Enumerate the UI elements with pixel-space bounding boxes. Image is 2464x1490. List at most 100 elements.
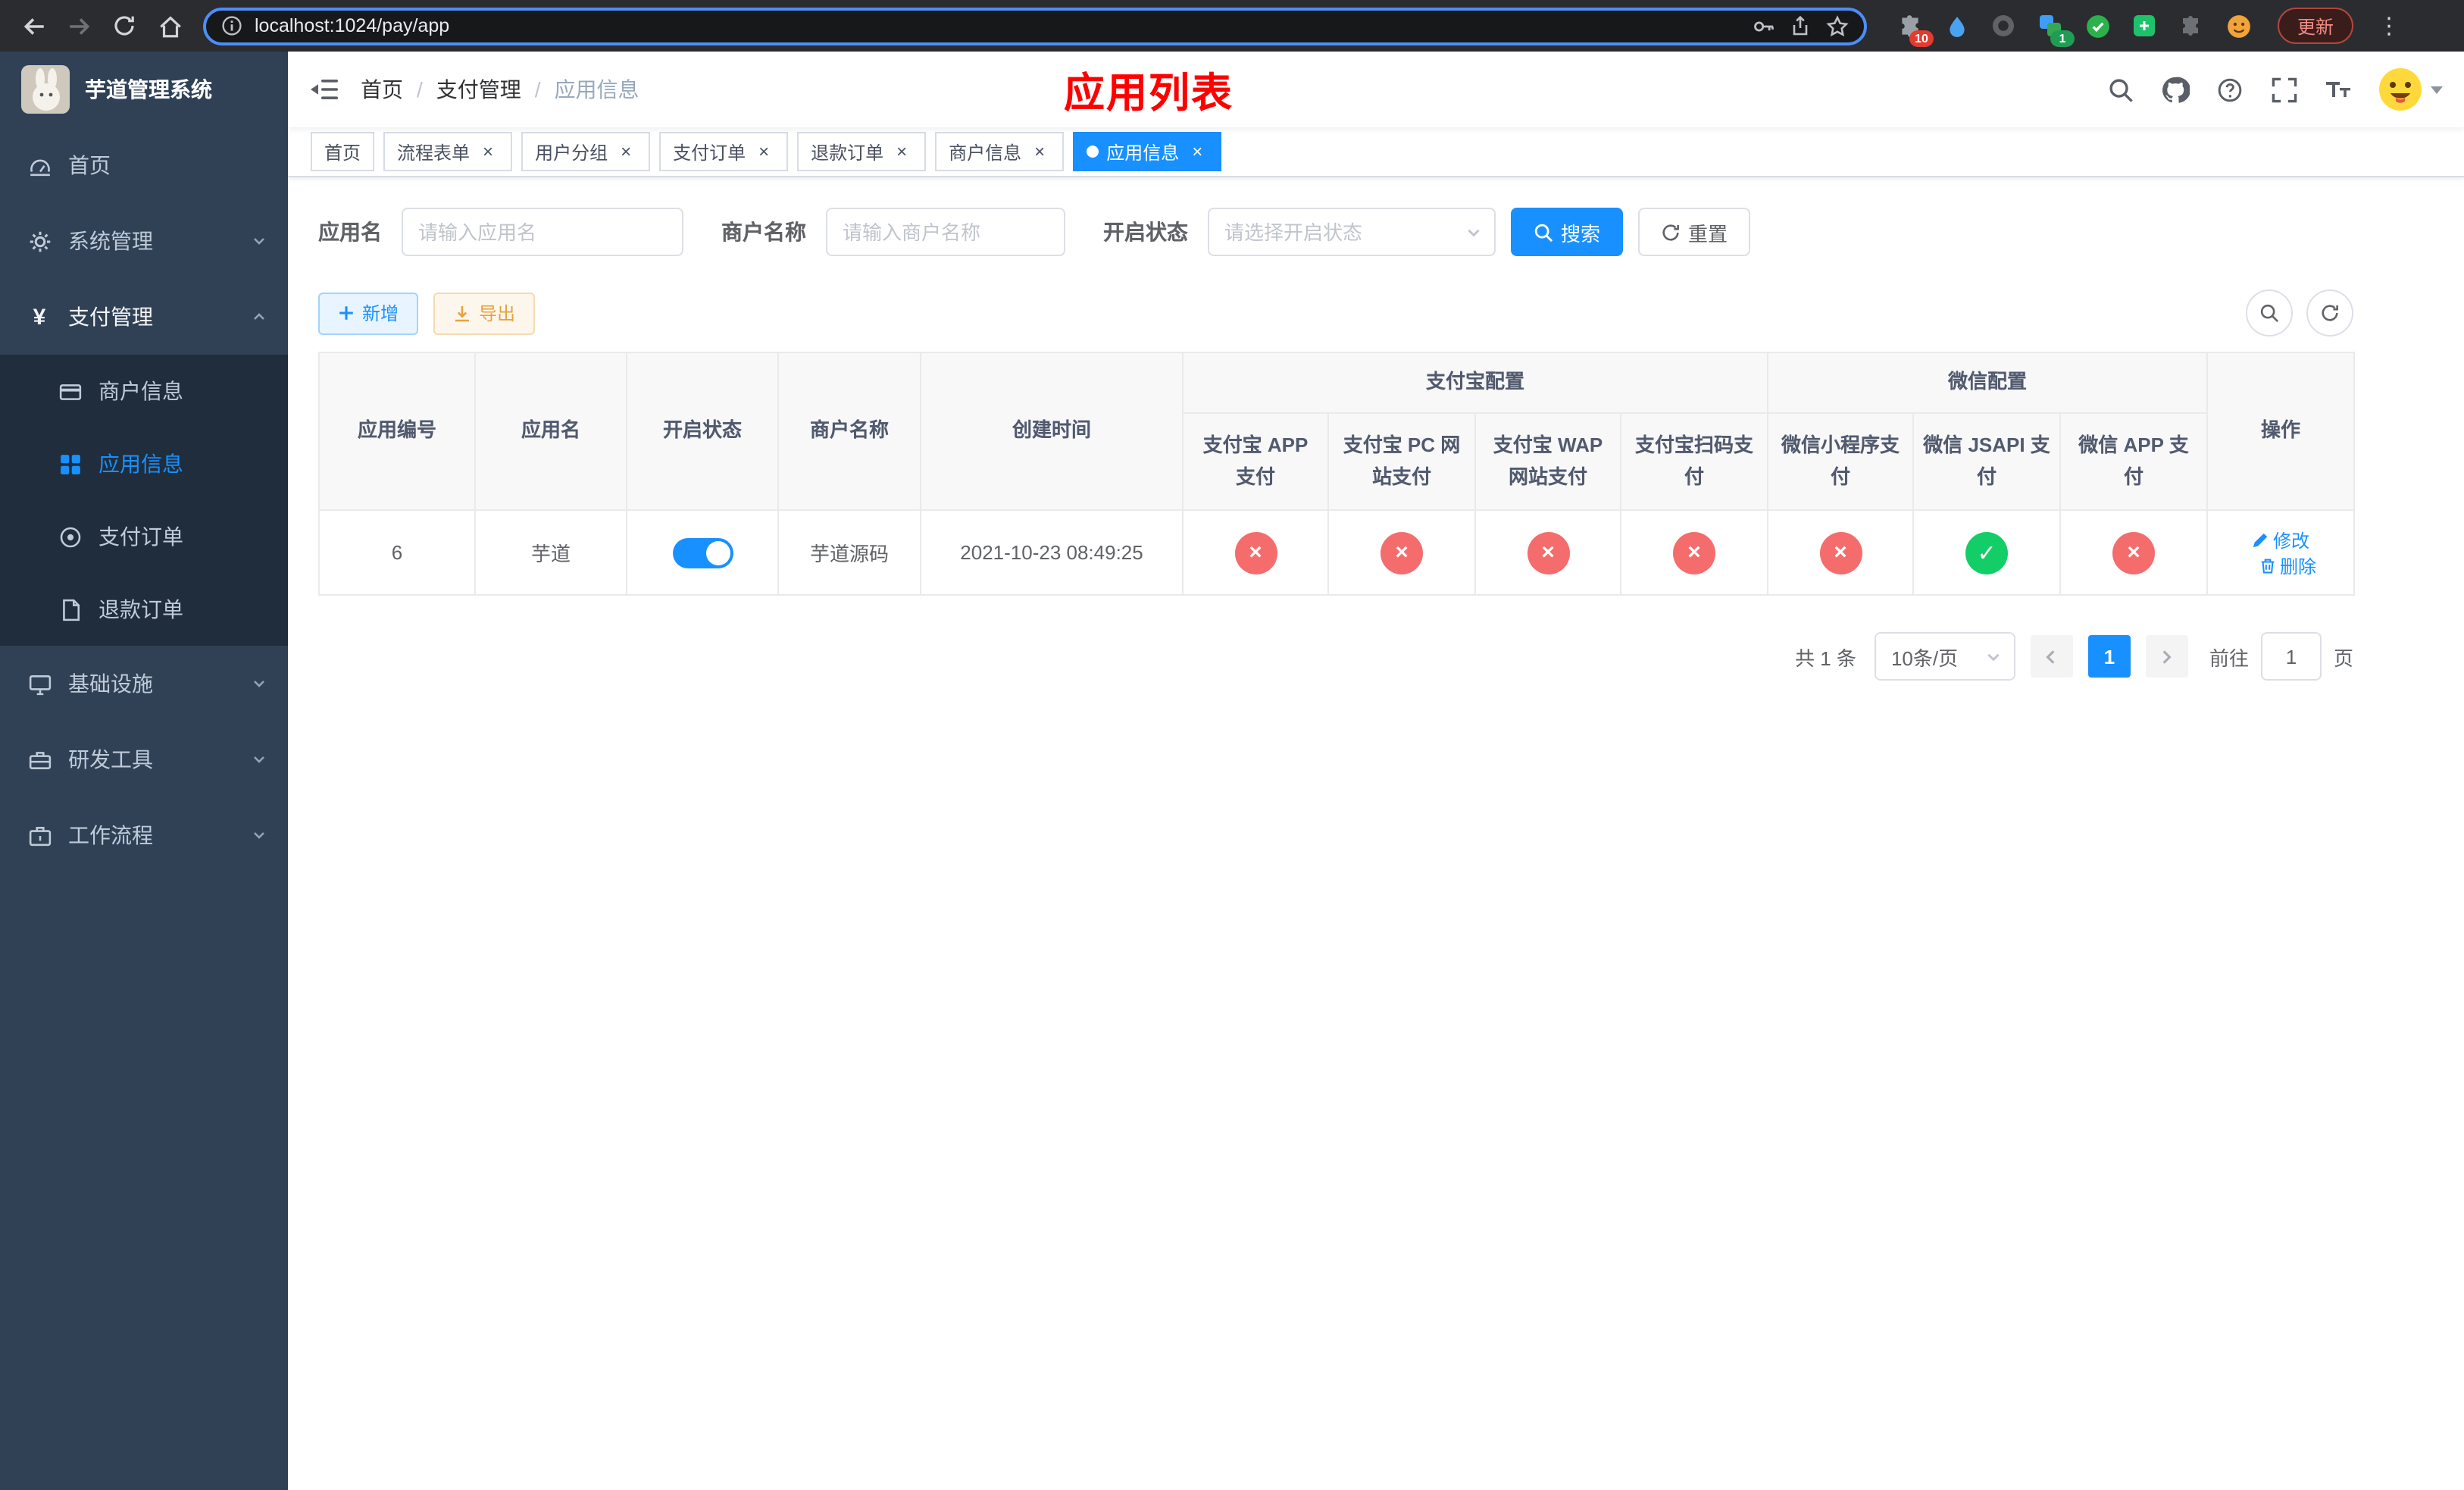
page-size-select[interactable]: [1874, 632, 2015, 681]
sidebar-item-workflow[interactable]: 工作流程: [0, 797, 288, 873]
app-name-input[interactable]: [402, 208, 683, 256]
tab-label: 流程表单: [397, 142, 471, 163]
edit-button[interactable]: 修改: [2252, 527, 2309, 552]
sidebar-item-payment[interactable]: ¥ 支付管理: [0, 279, 288, 355]
alipay-pc-status-icon: [1381, 531, 1423, 574]
close-icon[interactable]: [891, 141, 912, 162]
extension-monkey-icon[interactable]: [2223, 11, 2253, 41]
tab-app-info[interactable]: 应用信息: [1073, 132, 1222, 171]
fullscreen-icon[interactable]: [2269, 74, 2299, 105]
extension-circle-icon[interactable]: [1988, 11, 2018, 41]
extension-green-square-icon[interactable]: [2129, 11, 2159, 41]
forward-icon[interactable]: [58, 5, 100, 47]
main-content: 应用名 商户名称 开启状态 搜索 重置: [288, 176, 2464, 1490]
url-bar[interactable]: localhost:1024/pay/app: [203, 7, 1867, 45]
sidebar-item-merchant-info[interactable]: 商户信息: [0, 355, 288, 427]
sidebar-item-app-info[interactable]: 应用信息: [0, 427, 288, 500]
app-logo-row[interactable]: 芋道管理系统: [0, 52, 288, 127]
close-icon[interactable]: [615, 141, 636, 162]
close-icon[interactable]: [477, 141, 499, 162]
app-name-label: 应用名: [318, 220, 382, 244]
password-key-icon[interactable]: [1752, 14, 1775, 37]
filter-form: 应用名 商户名称 开启状态 搜索 重置: [318, 208, 2464, 256]
briefcase-icon: [27, 823, 52, 847]
update-button[interactable]: 更新: [2278, 8, 2354, 44]
tab-home[interactable]: 首页: [311, 132, 375, 171]
app-logo-avatar: [21, 65, 70, 114]
extension-badge: 10: [1909, 30, 1934, 47]
tab-user-group[interactable]: 用户分组: [521, 132, 651, 171]
header-search-icon[interactable]: [2105, 74, 2135, 105]
extension-drop-icon[interactable]: [1941, 11, 1972, 41]
col-wx-app: 微信 APP 支付: [2059, 412, 2209, 511]
status-select-input[interactable]: [1208, 208, 1496, 256]
back-icon[interactable]: [12, 5, 55, 47]
github-icon[interactable]: [2159, 74, 2190, 105]
alipay-app-status-icon: [1234, 531, 1277, 574]
sidebar-item-pay-order[interactable]: 支付订单: [0, 500, 288, 573]
help-icon[interactable]: [2214, 74, 2244, 105]
share-icon[interactable]: [1790, 15, 1811, 36]
close-icon[interactable]: [1029, 141, 1050, 162]
dashboard-icon: [27, 153, 52, 177]
col-app-id: 应用编号: [318, 352, 476, 511]
breadcrumb-payment[interactable]: 支付管理: [436, 74, 521, 105]
page-number-1[interactable]: 1: [2087, 635, 2131, 678]
cell-app-name: 芋道: [474, 509, 627, 596]
col-actions: 操作: [2206, 352, 2356, 511]
sidebar-item-refund-order[interactable]: 退款订单: [0, 573, 288, 646]
tab-refund-order[interactable]: 退款订单: [797, 132, 927, 171]
sidebar-item-label: 商户信息: [98, 379, 183, 403]
status-toggle[interactable]: [672, 537, 733, 568]
merchant-name-label: 商户名称: [721, 220, 806, 244]
sidebar-item-system[interactable]: 系统管理: [0, 203, 288, 279]
page-jump: 前往 页: [2209, 632, 2353, 681]
browser-menu-icon[interactable]: ⋮: [2369, 5, 2411, 47]
prev-page-button[interactable]: [2030, 635, 2073, 678]
merchant-name-input[interactable]: [826, 208, 1065, 256]
next-page-button[interactable]: [2145, 635, 2188, 678]
extension-green-circle-icon[interactable]: [2082, 11, 2112, 41]
user-avatar[interactable]: [2378, 67, 2443, 112]
delete-button[interactable]: 删除: [2259, 552, 2316, 578]
tab-pay-order[interactable]: 支付订单: [659, 132, 789, 171]
tab-label: 商户信息: [949, 142, 1022, 163]
chevron-up-icon: [252, 309, 267, 324]
search-button[interactable]: 搜索: [1511, 208, 1624, 256]
add-button[interactable]: 新增: [318, 292, 419, 334]
table-tools: [2246, 290, 2353, 337]
jump-page-input[interactable]: [2260, 632, 2322, 681]
toggle-search-icon[interactable]: [2246, 290, 2293, 337]
tab-label: 支付订单: [673, 142, 746, 163]
cell-actions: 修改 删除: [2206, 509, 2356, 596]
browser-toolbar: localhost:1024/pay/app 10 1 更新 ⋮: [0, 0, 2464, 52]
app-table: 应用编号 应用名 开启状态 商户名称 创建时间 支付宝配置 微信配置 操作 支付…: [318, 352, 2356, 596]
sidebar-item-infrastructure[interactable]: 基础设施: [0, 646, 288, 722]
extension-translator-icon[interactable]: 1: [2035, 11, 2075, 47]
status-select[interactable]: [1208, 208, 1496, 256]
font-size-icon[interactable]: [2323, 74, 2353, 105]
extension-puzzle-icon[interactable]: 10: [1894, 11, 1934, 47]
tab-process-form[interactable]: 流程表单: [383, 132, 513, 171]
sidebar-item-label: 研发工具: [68, 747, 153, 772]
yen-icon: ¥: [33, 304, 46, 330]
close-icon[interactable]: [753, 141, 774, 162]
sidebar-item-dev-tools[interactable]: 研发工具: [0, 722, 288, 797]
breadcrumb-home[interactable]: 首页: [361, 74, 403, 105]
home-icon[interactable]: [149, 5, 191, 47]
page-size-value[interactable]: [1874, 632, 2015, 681]
sidebar-fold-icon[interactable]: [288, 52, 361, 127]
export-button-label: 导出: [479, 303, 516, 324]
reset-button[interactable]: 重置: [1638, 208, 1751, 256]
export-button[interactable]: 导出: [433, 292, 536, 334]
refresh-icon[interactable]: [2306, 290, 2353, 337]
reload-icon[interactable]: [103, 5, 145, 47]
tab-merchant-info[interactable]: 商户信息: [935, 132, 1065, 171]
close-icon[interactable]: [1187, 141, 1208, 162]
order-icon: [58, 524, 82, 549]
extensions-area: 10 1: [1894, 11, 2253, 47]
bookmark-star-icon[interactable]: [1826, 14, 1849, 37]
sidebar-item-home[interactable]: 首页: [0, 127, 288, 203]
extension-dark-puzzle-icon[interactable]: [2176, 11, 2206, 41]
site-info-icon[interactable]: [221, 15, 242, 36]
